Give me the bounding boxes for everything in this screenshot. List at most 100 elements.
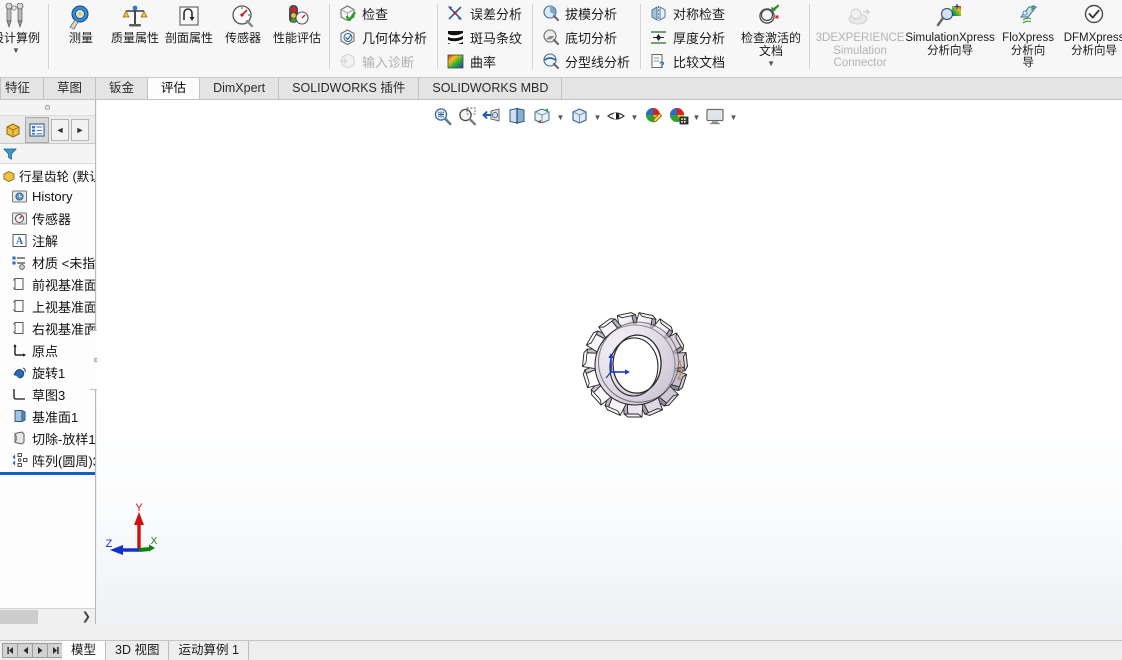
edit-appearance-icon: [645, 107, 662, 123]
undercut-analysis-button[interactable]: 底切分析: [538, 25, 635, 49]
sensor-button[interactable]: 传感器: [216, 0, 270, 77]
3dexperience-label-line3: Connector: [833, 57, 887, 69]
previous-view-button[interactable]: [480, 103, 504, 129]
geometry-analysis-button[interactable]: 几何体分析: [335, 25, 432, 49]
model-planetary-gear[interactable]: [575, 305, 695, 425]
edit-appearance-button[interactable]: [641, 103, 665, 129]
tab-dimxpert[interactable]: DimXpert: [200, 78, 280, 99]
performance-evaluation-icon: [283, 2, 311, 32]
chevron-down-icon[interactable]: ▼: [767, 59, 775, 68]
tab-solidworks-addins[interactable]: SOLIDWORKS 插件: [279, 78, 420, 99]
doc-tab-motion-study[interactable]: 运动算例 1: [169, 641, 249, 660]
curvature-icon: [445, 51, 465, 71]
hide-show-items-dropdown[interactable]: ▼: [629, 103, 640, 129]
panel-tab-next-button[interactable]: ►: [71, 118, 89, 141]
tree-item-origin[interactable]: 原点: [0, 339, 95, 361]
zebra-stripes-button[interactable]: 斑马条纹: [443, 25, 527, 49]
rollback-bar[interactable]: [0, 472, 95, 475]
tab-evaluate[interactable]: 评估: [148, 78, 201, 99]
import-diagnostics-icon: [337, 51, 357, 71]
last-tab-button[interactable]: [47, 643, 63, 658]
3dexperience-simulation-connector-button[interactable]: 3DEXPERIENCE Simulation Connector: [815, 0, 905, 77]
tree-root-item[interactable]: 行星齿轮 (默认<: [0, 166, 95, 185]
zoom-to-fit-button[interactable]: [430, 103, 454, 129]
symmetry-check-button[interactable]: 对称检查: [646, 1, 730, 25]
measure-button[interactable]: 测量: [54, 0, 108, 77]
floxpress-button[interactable]: FloXpress 分析向 导: [995, 0, 1061, 77]
apply-scene-dropdown[interactable]: ▼: [691, 103, 702, 129]
tab-evaluate-label: 评估: [161, 81, 187, 95]
design-study-button[interactable]: 设计算例 ▼: [0, 0, 43, 77]
hide-show-items-button[interactable]: [604, 103, 628, 129]
scrollbar-thumb[interactable]: [0, 609, 38, 624]
tab-sheet-metal-label: 钣金: [109, 81, 135, 95]
apply-scene-button[interactable]: [666, 103, 690, 129]
tree-item-material[interactable]: 材质 <未指定: [0, 251, 95, 273]
doc-tab-motion-study-label: 运动算例 1: [178, 643, 239, 657]
tab-sheet-metal[interactable]: 钣金: [96, 78, 149, 99]
design-study-label: 设计算例: [0, 31, 40, 45]
design-study-icon: [1, 2, 31, 32]
simulationxpress-button[interactable]: SimulationXpress 分析向导: [905, 0, 995, 77]
first-tab-button[interactable]: [2, 643, 18, 658]
tree-horizontal-scrollbar[interactable]: ❯: [0, 608, 95, 624]
mass-properties-button[interactable]: 质量属性: [108, 0, 162, 77]
loft-cut-icon: [10, 429, 28, 447]
prev-tab-icon: [23, 647, 28, 654]
tree-item-circular-pattern3[interactable]: 阵列(圆周)3: [0, 449, 95, 471]
deviation-analysis-button[interactable]: 误差分析: [443, 1, 527, 25]
curvature-button[interactable]: 曲率: [443, 49, 527, 73]
compare-documents-icon: ?: [648, 51, 668, 71]
check-active-document-button[interactable]: 检查激活的文档 ▼: [738, 0, 804, 77]
doc-tab-model[interactable]: 模型: [62, 641, 107, 660]
thickness-analysis-button[interactable]: 厚度分析: [646, 25, 730, 49]
feature-manager-tree-tab[interactable]: [25, 116, 49, 143]
tree-item-history[interactable]: History: [0, 185, 95, 207]
thickness-analysis-label: 厚度分析: [673, 30, 726, 46]
tab-features[interactable]: 特征: [0, 78, 45, 99]
tree-item-revolve1[interactable]: 旋转1: [0, 361, 95, 383]
panel-tab-prev-button[interactable]: ◄: [51, 118, 69, 141]
parting-line-analysis-button[interactable]: 分型线分析: [538, 49, 635, 73]
dfmxpress-button[interactable]: DFMXpress 分析向导: [1061, 0, 1122, 77]
tree-item-annotations[interactable]: A 注解: [0, 229, 95, 251]
section-properties-button[interactable]: 剖面属性: [162, 0, 216, 77]
tree-item-plane1[interactable]: 基准面1: [0, 405, 95, 427]
view-orientation-dropdown[interactable]: ▼: [555, 103, 566, 129]
tree-item-circular-pattern3-label: 阵列(圆周)3: [32, 453, 95, 469]
section-view-button[interactable]: [505, 103, 529, 129]
tree-item-sensors[interactable]: 传感器: [0, 207, 95, 229]
view-settings-dropdown[interactable]: ▼: [728, 103, 739, 129]
plane-icon: [10, 297, 28, 315]
draft-analysis-button[interactable]: 拔模分析: [538, 1, 635, 25]
graphics-viewport[interactable]: ▼ ▼ ▼ ▼ ▼ Y Z X: [97, 100, 1122, 624]
view-settings-button[interactable]: [703, 103, 727, 129]
view-orientation-button[interactable]: [530, 103, 554, 129]
tree-item-front-plane[interactable]: 前视基准面: [0, 273, 95, 295]
tree-item-loft-cut1[interactable]: 切除-放样1: [0, 427, 95, 449]
tree-item-top-plane[interactable]: 上视基准面: [0, 295, 95, 317]
check-button[interactable]: 检查: [335, 1, 432, 25]
panel-tab-next-label: ►: [75, 124, 85, 135]
display-style-button[interactable]: [567, 103, 591, 129]
zoom-to-area-button[interactable]: [455, 103, 479, 129]
tree-item-right-plane[interactable]: 右视基准面: [0, 317, 95, 339]
last-tab-icon: [52, 647, 59, 654]
check-active-document-icon: [757, 2, 785, 32]
compare-documents-button[interactable]: ? 比较文档: [646, 49, 730, 73]
chevron-down-icon[interactable]: ▼: [12, 46, 20, 55]
import-diagnostics-button[interactable]: 输入诊断: [335, 49, 432, 73]
display-style-dropdown[interactable]: ▼: [592, 103, 603, 129]
tab-solidworks-mbd[interactable]: SOLIDWORKS MBD: [419, 78, 563, 99]
tree-item-sketch3[interactable]: 草图3: [0, 383, 95, 405]
panel-pin-icon[interactable]: [45, 105, 50, 110]
prev-tab-button[interactable]: [17, 643, 33, 658]
performance-evaluation-button[interactable]: 性能评估: [270, 0, 324, 77]
next-tab-button[interactable]: [32, 643, 48, 658]
panel-expand-button[interactable]: ❯: [82, 610, 95, 623]
section-properties-icon: [175, 2, 203, 32]
doc-tab-3d-views[interactable]: 3D 视图: [106, 641, 170, 660]
feature-tree[interactable]: 行星齿轮 (默认< History: [0, 164, 95, 608]
tab-sketch[interactable]: 草图: [44, 78, 97, 99]
property-manager-tab[interactable]: [1, 117, 25, 143]
